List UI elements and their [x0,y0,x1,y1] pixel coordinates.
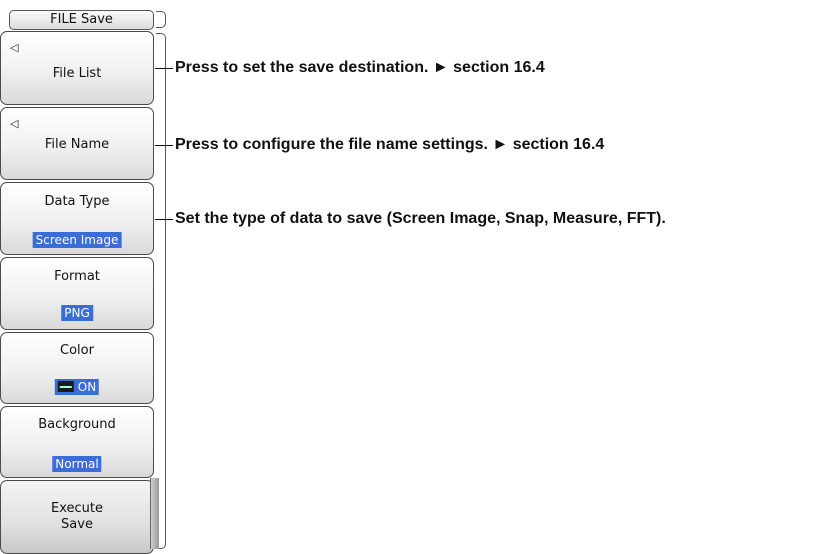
file-list-button[interactable]: ◁ File List [0,31,154,105]
color-value-text: ON [77,380,97,394]
data-type-button[interactable]: Data Type Screen Image [0,182,154,255]
color-bar-icon [57,381,74,392]
callout-line [155,145,173,146]
format-button[interactable]: Format PNG [0,257,154,330]
format-label: Format [54,269,100,284]
file-save-softkey-menu: FILE Save ◁ File List ◁ File Name Data T… [0,0,170,554]
arrow-left-icon: ◁ [10,41,19,54]
menu-rail [156,33,166,549]
arrow-left-icon: ◁ [10,117,19,130]
save-label: Save [61,517,93,532]
menu-rail [156,11,166,28]
background-button[interactable]: Background Normal [0,406,154,478]
data-type-label: Data Type [44,194,110,209]
file-name-label: File Name [44,137,110,152]
background-value: Normal [52,456,102,472]
color-value: ON [54,379,100,395]
execute-key-edge [150,478,159,549]
color-button[interactable]: Color ON [0,332,154,404]
execute-save-button[interactable]: Execute Save [0,480,154,554]
format-value: PNG [61,305,93,321]
annotation-file-list: Press to set the save destination. ► sec… [175,59,545,76]
menu-title: FILE Save [9,10,154,30]
execute-label: Execute [51,501,103,516]
file-name-button[interactable]: ◁ File Name [0,107,154,180]
callout-line [155,219,173,220]
background-label: Background [38,417,116,432]
annotation-file-name: Press to configure the file name setting… [175,136,605,153]
annotation-data-type: Set the type of data to save (Screen Ima… [175,210,666,227]
file-list-label: File List [52,66,102,81]
callout-line [155,68,173,69]
data-type-value: Screen Image [32,232,122,248]
color-label: Color [60,343,94,358]
